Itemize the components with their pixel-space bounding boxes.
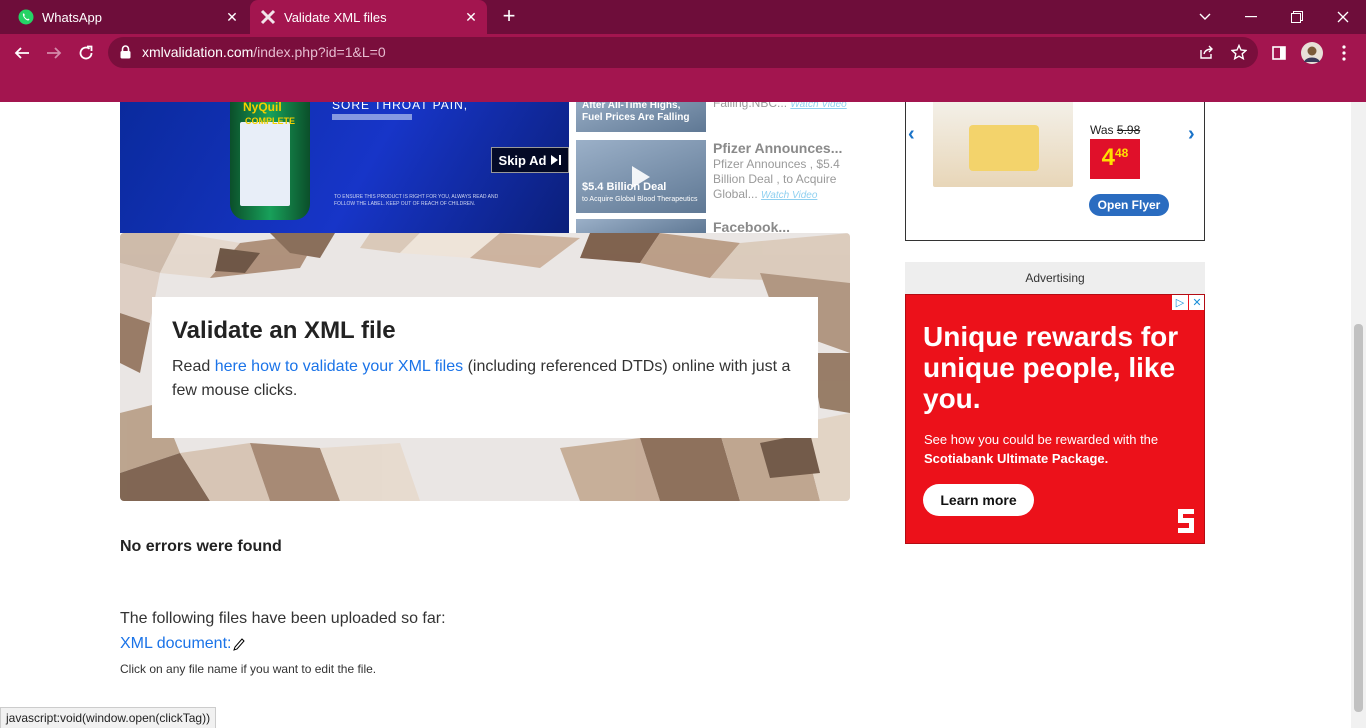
tab-strip: WhatsApp ✕ Validate XML files ✕ + [0,0,1366,34]
ad-brand: NyQuil [243,102,282,114]
adchoices-icon[interactable]: ▷ [1172,295,1188,310]
page-content: NyQuil COMPLETE SORE THROAT PAIN, Skip A… [0,102,1366,728]
play-icon[interactable] [632,166,650,188]
tab-title: WhatsApp [42,9,102,25]
xml-document-link[interactable]: XML document: [120,635,231,653]
restore-icon[interactable] [1274,0,1320,34]
tab-title: Validate XML files [284,9,387,25]
hero-banner: Validate an XML file Read here how to va… [120,233,850,501]
page-title: Validate an XML file [172,317,396,344]
advertising-label: Advertising [905,262,1205,294]
validation-result: No errors were found [120,538,282,555]
skip-ad-button[interactable]: Skip Ad [491,147,569,173]
close-tab-icon[interactable]: ✕ [463,9,479,25]
news-thumbnail[interactable]: After All-Time Highs, Fuel Prices Are Fa… [576,102,706,132]
back-arrow-icon[interactable] [9,40,35,66]
thumb-subcaption: to Acquire Global Blood Therapeutics [582,196,698,203]
skip-next-icon [551,153,562,168]
url-path: /index.php?id=1&L=0 [253,44,386,60]
open-flyer-button[interactable]: Open Flyer [1089,194,1169,216]
scotiabank-logo-icon [1174,507,1198,535]
scotiabank-ad[interactable]: ▷ ✕ Unique rewards for unique people, li… [905,294,1205,544]
scrollbar-thumb[interactable] [1354,324,1363,712]
whatsapp-icon [18,9,34,25]
tab-search-icon[interactable] [1182,0,1228,34]
ad-subbrand: COMPLETE [245,116,296,126]
files-intro: The following files have been uploaded s… [120,610,446,627]
news-item[interactable]: Facebook... [576,219,856,235]
skip-ad-label: Skip Ad [498,152,547,168]
close-window-icon[interactable] [1320,0,1366,34]
hero-text-before: Read [172,358,215,375]
ad-subtext-bold: Scotiabank Ultimate Package. [924,451,1109,466]
tab-whatsapp[interactable]: WhatsApp ✕ [8,0,248,34]
bottle-label-image [240,122,290,206]
scrollbar[interactable] [1351,102,1366,728]
address-bar[interactable]: xmlvalidation.com/index.php?id=1&L=0 [108,37,1258,68]
news-thumbnail[interactable]: $5.4 Billion Deal to Acquire Global Bloo… [576,140,706,213]
thumb-caption: $5.4 Billion Deal [582,181,667,193]
news-title[interactable]: Pfizer Announces... [713,140,842,156]
profile-avatar[interactable] [1299,40,1325,66]
news-body: Falling.NBC... Watch Video [713,102,853,112]
status-bar: javascript:void(window.open(clickTag)) [0,707,217,728]
learn-more-button[interactable]: Learn more [923,484,1034,516]
reload-icon[interactable] [73,40,99,66]
chevron-right-icon[interactable]: › [1188,123,1195,146]
ad-fine-print: TO ENSURE THIS PRODUCT IS RIGHT FOR YOU,… [334,194,499,207]
pencil-cursor-icon [233,638,245,652]
minimize-icon[interactable] [1228,0,1274,34]
video-ad[interactable]: NyQuil COMPLETE SORE THROAT PAIN, Skip A… [120,102,569,233]
old-price: 5.98 [1116,123,1141,137]
lock-icon[interactable] [120,45,131,64]
close-tab-icon[interactable]: ✕ [224,9,240,25]
price-cents: 48 [1115,146,1129,160]
news-item[interactable]: After All-Time Highs, Fuel Prices Are Fa… [576,102,856,132]
price-main: 4 [1101,144,1115,171]
sale-price-badge: 4 48 [1090,139,1140,179]
news-body: Pfizer Announces , $5.4 Billion Deal , t… [713,157,853,203]
ad-blurred-text [332,114,412,120]
edit-hint: Click on any file name if you want to ed… [120,662,377,676]
ad-subtext-plain: See how you could be rewarded with the [924,432,1159,447]
url-host: xmlvalidation.com [142,44,254,60]
butter-image [969,125,1039,171]
watch-video-link[interactable]: Watch Video [761,190,817,201]
site-header-band [0,71,1366,102]
how-to-validate-link[interactable]: here how to validate your XML files [215,358,463,375]
tab-validate-xml[interactable]: Validate XML files ✕ [250,0,487,34]
url-text[interactable]: xmlvalidation.com/index.php?id=1&L=0 [142,44,386,60]
hero-card: Validate an XML file Read here how to va… [152,297,818,438]
news-item[interactable]: $5.4 Billion Deal to Acquire Global Bloo… [576,140,856,216]
was-price: Was 5.98 [1090,123,1140,137]
menu-kebab-icon[interactable] [1331,40,1357,66]
butter-product-image[interactable] [933,102,1073,187]
bookmark-star-icon[interactable] [1230,43,1248,65]
ad-headline: SORE THROAT PAIN, [332,102,469,112]
watch-video-link[interactable]: Watch Video [790,102,846,110]
ad-subtext: See how you could be rewarded with the S… [924,430,1184,468]
x-logo-icon [260,9,276,25]
ad-headline: Unique rewards for unique people, like y… [923,321,1179,414]
thumb-caption: After All-Time Highs, Fuel Prices Are Fa… [582,102,690,123]
browser-toolbar: xmlvalidation.com/index.php?id=1&L=0 [0,34,1366,71]
close-ad-icon[interactable]: ✕ [1189,295,1204,310]
share-icon[interactable] [1198,44,1214,65]
chevron-left-icon[interactable]: ‹ [908,123,915,146]
new-tab-button[interactable]: + [498,5,520,28]
news-snippet: Falling.NBC... [713,102,788,110]
forward-arrow-icon[interactable] [41,40,67,66]
side-panel-icon[interactable] [1266,40,1292,66]
hero-description: Read here how to validate your XML files… [172,355,802,403]
news-thumbnail[interactable] [576,219,706,233]
was-label: Was [1090,123,1114,137]
flyer-ad[interactable]: ‹ Was 5.98 4 48 Open Flyer › [905,102,1205,241]
